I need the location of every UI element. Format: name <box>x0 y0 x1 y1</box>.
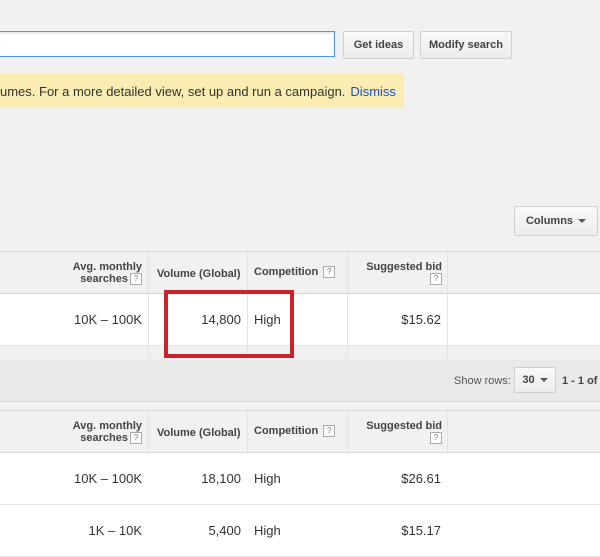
page-range: 1 - 1 of <box>562 375 598 387</box>
help-icon[interactable]: ? <box>430 273 442 286</box>
highlight-box <box>164 290 294 358</box>
show-rows-label: Show rows: <box>454 375 511 387</box>
column-header-volume[interactable]: Volume (Global) <box>157 268 241 280</box>
column-header-avg-monthly[interactable]: Avg. monthly searches? <box>40 261 142 286</box>
modify-search-button[interactable]: Modify search <box>420 31 512 59</box>
column-divider <box>447 294 448 346</box>
cell-avg-monthly: 10K – 100K <box>74 471 142 486</box>
cell-volume: 18,100 <box>201 471 241 486</box>
help-icon[interactable]: ? <box>130 273 142 286</box>
cell-competition: High <box>254 471 281 486</box>
header-label: searches <box>80 432 128 444</box>
get-ideas-button[interactable]: Get ideas <box>343 31 414 59</box>
caret-down-icon <box>578 219 587 223</box>
column-header-competition[interactable]: Competition ? <box>254 425 336 438</box>
column-divider <box>148 294 149 346</box>
column-header-suggested-bid[interactable]: Suggested bid ? <box>360 261 442 286</box>
caret-down-icon <box>539 378 548 382</box>
dismiss-link[interactable]: Dismiss <box>350 84 396 99</box>
column-header-competition[interactable]: Competition ? <box>254 266 336 279</box>
cell-competition: High <box>254 523 281 538</box>
search-input[interactable] <box>0 31 335 57</box>
notice-text: umes. For a more detailed view, set up a… <box>0 83 346 99</box>
cell-avg-monthly: 10K – 100K <box>74 312 142 327</box>
help-icon[interactable]: ? <box>430 432 442 445</box>
cell-suggested-bid: $15.62 <box>401 312 441 327</box>
column-header-suggested-bid[interactable]: Suggested bid ? <box>360 420 442 445</box>
column-divider <box>347 294 348 346</box>
column-header-volume[interactable]: Volume (Global) <box>157 427 241 439</box>
cell-suggested-bid: $26.61 <box>401 471 441 486</box>
column-header-avg-monthly[interactable]: Avg. monthly searches? <box>40 420 142 445</box>
columns-button[interactable]: Columns <box>514 206 598 236</box>
help-icon[interactable]: ? <box>323 425 336 438</box>
info-notice: umes. For a more detailed view, set up a… <box>0 74 404 108</box>
columns-label: Columns <box>525 215 574 227</box>
cell-avg-monthly: 1K – 10K <box>88 523 143 538</box>
header-label: searches <box>80 273 128 285</box>
rows-value: 30 <box>522 374 535 386</box>
cell-volume: 5,400 <box>208 523 241 538</box>
rows-per-page-select[interactable]: 30 <box>514 367 556 393</box>
help-icon[interactable]: ? <box>323 266 336 279</box>
cell-suggested-bid: $15.17 <box>401 523 441 538</box>
header-label: Competition <box>254 425 319 437</box>
help-icon[interactable]: ? <box>130 432 142 445</box>
header-label: Competition <box>254 266 319 278</box>
